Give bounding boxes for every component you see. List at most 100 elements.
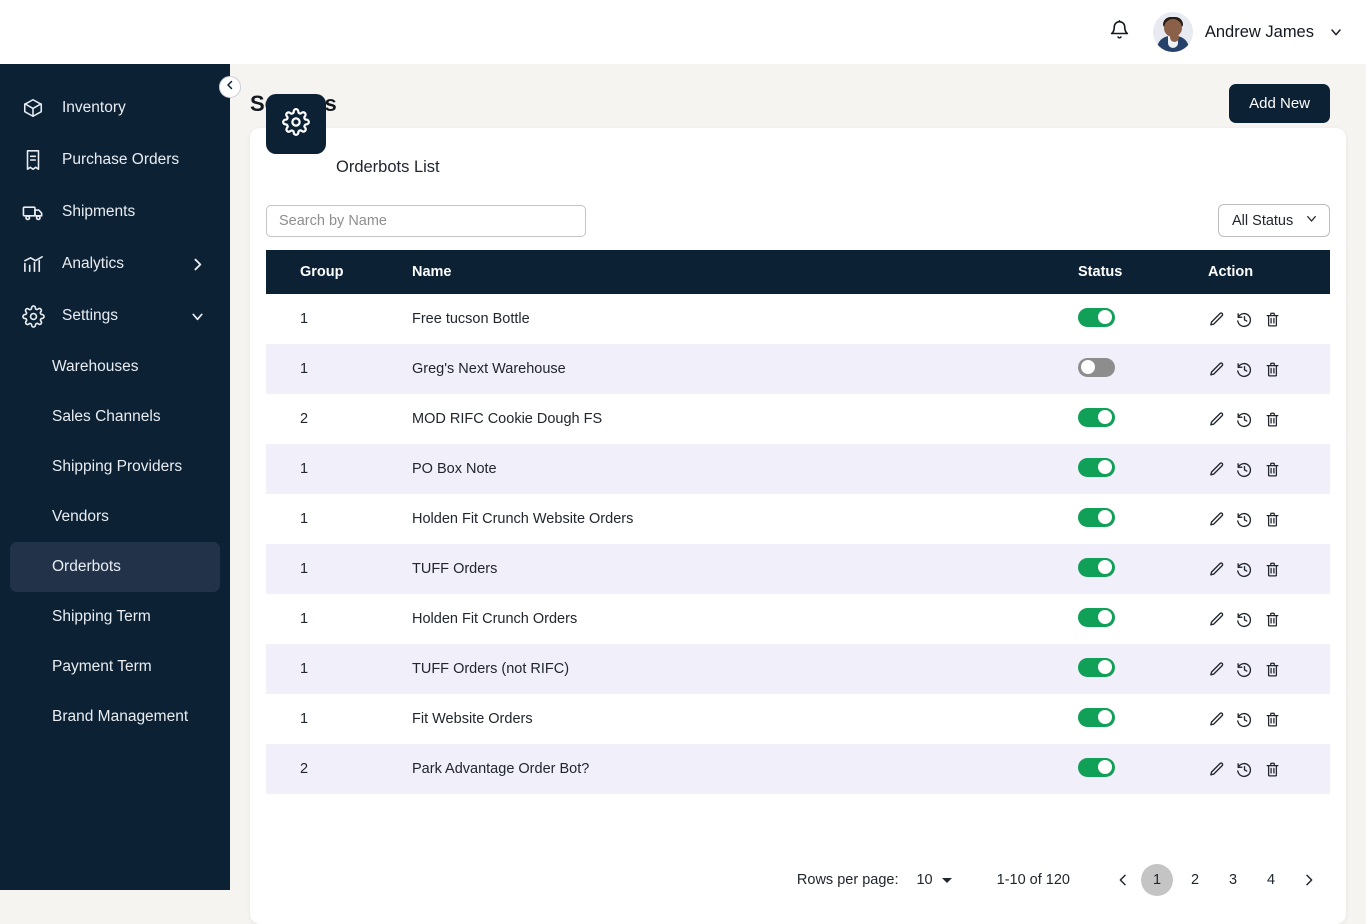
cell-name: Fit Website Orders	[412, 711, 533, 727]
status-toggle[interactable]	[1078, 657, 1115, 677]
table-row: 1 PO Box Note	[266, 444, 1330, 494]
sidebar-item-orderbots[interactable]: Orderbots	[10, 542, 220, 592]
status-toggle[interactable]	[1078, 457, 1115, 477]
status-filter-value: All Status	[1232, 212, 1294, 229]
notifications-button[interactable]	[1103, 15, 1137, 49]
cell-group: 1	[300, 711, 309, 727]
trash-icon[interactable]	[1264, 661, 1281, 678]
trash-icon[interactable]	[1264, 561, 1281, 578]
table-header-row: Group Name Status Action	[266, 250, 1330, 294]
status-toggle[interactable]	[1078, 607, 1115, 627]
bell-icon	[1109, 19, 1130, 46]
sidebar-item-label: Inventory	[62, 99, 126, 116]
cell-name: Free tucson Bottle	[412, 311, 530, 327]
trash-icon[interactable]	[1264, 311, 1281, 328]
sidebar-collapse-button[interactable]	[219, 76, 241, 98]
cell-name: Park Advantage Order Bot?	[412, 761, 590, 777]
sidebar-item-warehouses[interactable]: Warehouses	[10, 342, 220, 392]
trash-icon[interactable]	[1264, 611, 1281, 628]
user-menu[interactable]: Andrew James	[1152, 12, 1344, 52]
sidebar-item-label: Analytics	[62, 255, 125, 272]
cell-action	[1208, 661, 1330, 678]
status-filter-select[interactable]: All Status	[1218, 204, 1330, 237]
trash-icon[interactable]	[1264, 511, 1281, 528]
cell-group: 1	[300, 311, 309, 327]
table-row: 1 Free tucson Bottle	[266, 294, 1330, 344]
trash-icon[interactable]	[1264, 461, 1281, 478]
history-icon[interactable]	[1236, 511, 1253, 528]
edit-pencil-icon[interactable]	[1208, 611, 1225, 628]
sidebar-item-shipping-providers[interactable]: Shipping Providers	[10, 442, 220, 492]
prev-page-button[interactable]	[1108, 865, 1138, 895]
table-row: 1 Holden Fit Crunch Orders	[266, 594, 1330, 644]
history-icon[interactable]	[1236, 461, 1253, 478]
edit-pencil-icon[interactable]	[1208, 711, 1225, 728]
history-icon[interactable]	[1236, 761, 1253, 778]
status-toggle[interactable]	[1078, 557, 1115, 577]
rows-per-page-select[interactable]: 10	[916, 872, 952, 888]
history-icon[interactable]	[1236, 361, 1253, 378]
edit-pencil-icon[interactable]	[1208, 661, 1225, 678]
cell-status	[1078, 307, 1208, 331]
status-toggle[interactable]	[1078, 757, 1115, 777]
sidebar-item-sales-channels[interactable]: Sales Channels	[10, 392, 220, 442]
sidebar-item-inventory[interactable]: Inventory	[0, 82, 230, 134]
history-icon[interactable]	[1236, 411, 1253, 428]
cell-name: Greg's Next Warehouse	[412, 361, 566, 377]
edit-pencil-icon[interactable]	[1208, 761, 1225, 778]
history-icon[interactable]	[1236, 311, 1253, 328]
card-title: Orderbots List	[336, 158, 440, 176]
next-page-button[interactable]	[1294, 865, 1324, 895]
sidebar-item-payment-term[interactable]: Payment Term	[10, 642, 220, 692]
truck-icon	[20, 199, 46, 225]
sidebar-item-purchase-orders[interactable]: Purchase Orders	[0, 134, 230, 186]
page-number-button[interactable]: 2	[1179, 864, 1211, 896]
sidebar-item-vendors[interactable]: Vendors	[10, 492, 220, 542]
trash-icon[interactable]	[1264, 361, 1281, 378]
status-toggle[interactable]	[1078, 357, 1115, 377]
edit-pencil-icon[interactable]	[1208, 311, 1225, 328]
sidebar-item-settings[interactable]: Settings	[0, 290, 230, 342]
cell-group: 1	[300, 511, 309, 527]
page-number-button[interactable]: 4	[1255, 864, 1287, 896]
edit-pencil-icon[interactable]	[1208, 461, 1225, 478]
sidebar-item-brand-management[interactable]: Brand Management	[10, 692, 220, 742]
status-toggle[interactable]	[1078, 507, 1115, 527]
cell-status	[1078, 507, 1208, 531]
sidebar-item-shipping-term[interactable]: Shipping Term	[10, 592, 220, 642]
column-header-group: Group	[300, 264, 344, 280]
cell-group: 1	[300, 361, 309, 377]
cell-action	[1208, 511, 1330, 528]
page-number-button[interactable]: 3	[1217, 864, 1249, 896]
history-icon[interactable]	[1236, 711, 1253, 728]
edit-pencil-icon[interactable]	[1208, 561, 1225, 578]
sidebar-item-label: Brand Management	[52, 708, 189, 725]
sidebar-item-shipments[interactable]: Shipments	[0, 186, 230, 238]
history-icon[interactable]	[1236, 561, 1253, 578]
cell-status	[1078, 357, 1208, 381]
edit-pencil-icon[interactable]	[1208, 511, 1225, 528]
status-toggle[interactable]	[1078, 407, 1115, 427]
box-icon	[20, 95, 46, 121]
edit-pencil-icon[interactable]	[1208, 411, 1225, 428]
search-input[interactable]	[266, 204, 586, 237]
chevron-down-icon	[189, 308, 206, 325]
cell-status	[1078, 557, 1208, 581]
trash-icon[interactable]	[1264, 411, 1281, 428]
main-content: Settings Add New Orderbots List All Stat…	[230, 64, 1366, 924]
page-number-button[interactable]: 1	[1141, 864, 1173, 896]
status-toggle[interactable]	[1078, 307, 1115, 327]
chevron-left-icon	[224, 78, 236, 96]
rows-per-page-value: 10	[916, 872, 933, 888]
add-new-button[interactable]: Add New	[1229, 84, 1330, 123]
trash-icon[interactable]	[1264, 711, 1281, 728]
trash-icon[interactable]	[1264, 761, 1281, 778]
edit-pencil-icon[interactable]	[1208, 361, 1225, 378]
cell-status	[1078, 607, 1208, 631]
history-icon[interactable]	[1236, 661, 1253, 678]
history-icon[interactable]	[1236, 611, 1253, 628]
gear-icon	[20, 303, 46, 329]
cell-group: 2	[300, 761, 309, 777]
sidebar-item-analytics[interactable]: Analytics	[0, 238, 230, 290]
status-toggle[interactable]	[1078, 707, 1115, 727]
